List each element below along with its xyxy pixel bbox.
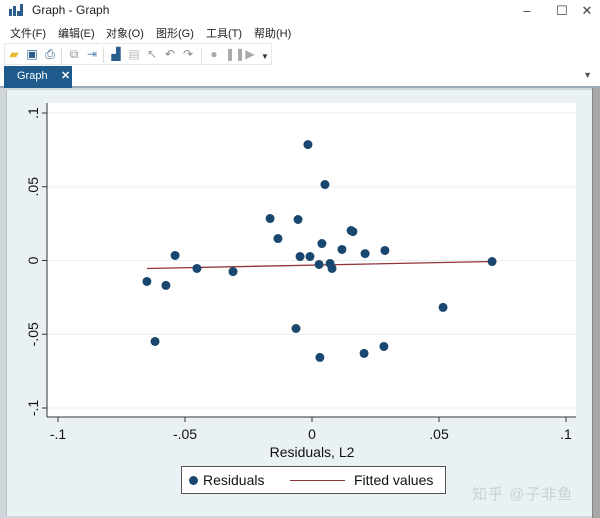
legend-line-fitted — [290, 480, 345, 481]
y-tick-label: 0 — [25, 256, 41, 264]
residual-point — [379, 341, 389, 351]
y-tick-label: .1 — [25, 107, 41, 119]
legend: Residuals Fitted values — [181, 466, 446, 494]
y-tick-label: .05 — [25, 177, 41, 197]
legend-label-residuals: Residuals — [203, 472, 265, 488]
legend-label-fitted: Fitted values — [354, 472, 434, 488]
residual-point — [273, 234, 283, 244]
residual-point — [320, 180, 330, 190]
residual-point — [438, 302, 448, 312]
residual-point — [305, 252, 315, 262]
residual-point — [161, 280, 171, 290]
x-tick-label: -.1 — [50, 426, 67, 442]
x-tick-label: .1 — [560, 426, 572, 442]
residual-point — [380, 245, 390, 255]
y-tick-label: -.1 — [25, 400, 41, 417]
legend-marker-residuals — [189, 476, 198, 485]
x-axis-label: Residuals, L2 — [270, 444, 355, 460]
residual-point — [170, 250, 180, 260]
residual-point — [192, 263, 202, 273]
residual-point — [487, 257, 497, 267]
x-tick-label: -.05 — [173, 426, 197, 442]
residual-point — [265, 213, 275, 223]
y-ticks: -.1 -.05 0 .05 .1 — [25, 107, 47, 416]
residual-point — [317, 239, 327, 249]
residual-point — [150, 336, 160, 346]
residual-point — [295, 252, 305, 262]
residual-point — [327, 263, 337, 273]
residual-point — [293, 214, 303, 224]
scatter-chart: -.1 -.05 0 .05 .1 -.1 -.05 0 .05 .1 Residuals, L… — [25, 103, 576, 460]
residual-point — [359, 348, 369, 358]
residual-point — [291, 323, 301, 333]
residual-point — [303, 140, 313, 150]
x-tick-label: 0 — [308, 426, 316, 442]
residual-point — [228, 267, 238, 277]
x-tick-label: .05 — [429, 426, 449, 442]
residual-point — [337, 244, 347, 254]
x-ticks: -.1 -.05 0 .05 .1 — [50, 417, 572, 442]
residual-point — [348, 227, 358, 237]
residual-point — [314, 259, 324, 269]
residual-point — [142, 276, 152, 286]
watermark: 知乎 @子非鱼 — [472, 486, 574, 503]
y-tick-label: -.05 — [25, 322, 41, 346]
residual-point — [315, 352, 325, 362]
residual-point — [360, 249, 370, 259]
